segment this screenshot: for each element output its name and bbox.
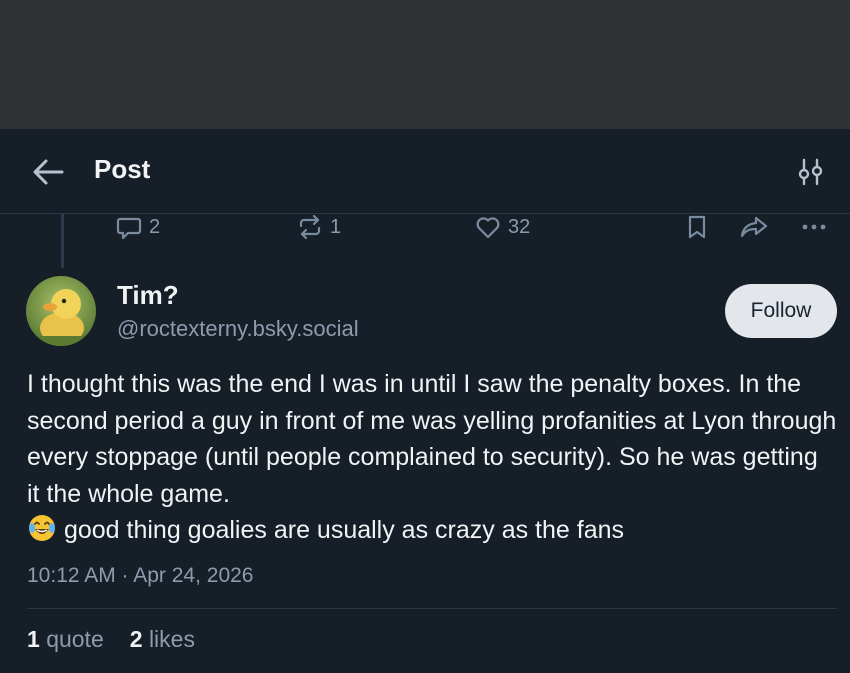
quotes-stat[interactable]: 1 quote [27,626,104,653]
author-handle[interactable]: @roctexterny.bsky.social [117,316,359,342]
repost-button[interactable]: 1 [296,212,341,242]
like-button[interactable]: 32 [474,212,530,242]
divider [27,608,837,609]
more-horizontal-icon [802,224,826,230]
laughing-tears-emoji-icon [29,515,55,541]
follow-button[interactable]: Follow [725,284,837,338]
bookmark-icon [688,215,706,239]
repost-icon [299,214,321,240]
like-count: 32 [508,215,531,238]
thread-settings-button[interactable] [795,156,827,188]
avatar[interactable] [26,276,96,346]
quotes-count: 1 [27,626,40,652]
likes-label: likes [148,626,195,652]
post-timestamp[interactable]: 10:12 AM · Apr 24, 2026 [27,564,254,588]
share-icon [740,216,768,238]
author-display-name[interactable]: Tim? [117,280,179,311]
thread-connector [61,214,64,268]
back-button[interactable] [28,155,68,189]
engagement-stats: 1 quote 2 likes [27,626,195,653]
page-title: Post [94,154,151,184]
reply-button[interactable]: 2 [115,212,160,242]
post-body: I thought this was the end I was in unti… [27,366,837,549]
more-options-button[interactable] [800,212,828,242]
reply-count: 2 [149,215,161,238]
post-text-main: I thought this was the end I was in unti… [27,370,837,508]
heart-icon [476,217,500,239]
share-button[interactable] [739,212,769,242]
bookmark-button[interactable] [684,212,710,242]
likes-stat[interactable]: 2 likes [130,626,195,653]
likes-count: 2 [129,626,143,652]
arrow-left-icon [33,159,64,185]
reply-icon [116,217,142,240]
post-text-tail: good thing goalies are usually as crazy … [63,516,625,544]
status-area [0,0,850,129]
quotes-label: quote [46,626,104,652]
repost-count: 1 [330,215,342,238]
duckling-avatar-icon [26,276,96,346]
sliders-icon [798,158,823,186]
